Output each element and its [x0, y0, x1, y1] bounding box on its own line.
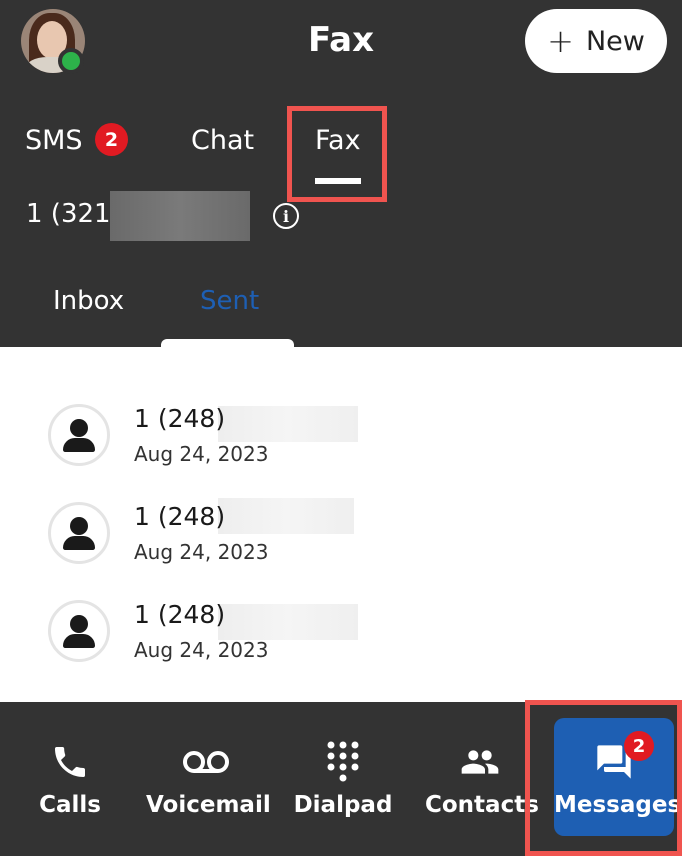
new-button-label: New — [585, 25, 645, 57]
nav-contacts-label: Contacts — [425, 792, 539, 818]
fax-number: 1 (248) — [134, 404, 226, 433]
tab-sms[interactable]: SMS — [25, 125, 83, 156]
tab-chat[interactable]: Chat — [191, 125, 254, 156]
nav-messages-highlight — [525, 700, 682, 856]
sms-unread-badge: 2 — [95, 123, 128, 156]
fax-number: 1 (248) — [134, 502, 226, 531]
voicemail-icon — [181, 742, 231, 786]
nav-calls[interactable]: Calls — [20, 702, 120, 856]
nav-calls-label: Calls — [39, 792, 101, 818]
fax-date: Aug 24, 2023 — [134, 442, 269, 466]
list-item[interactable]: 1 (248) Aug 24, 2023 — [0, 404, 682, 494]
redacted-number — [218, 498, 354, 534]
redacted-phone-digits — [110, 191, 250, 241]
fax-number: 1 (248) — [134, 600, 226, 629]
contacts-icon — [457, 742, 503, 786]
phone-icon — [50, 742, 90, 786]
fax-list: 1 (248) Aug 24, 2023 1 (248) Aug 24, 202… — [0, 347, 682, 702]
contact-avatar-icon — [48, 502, 110, 564]
nav-dialpad[interactable]: Dialpad — [293, 702, 393, 856]
dialpad-icon — [325, 740, 361, 790]
list-item[interactable]: 1 (248) Aug 24, 2023 — [0, 600, 682, 690]
header: Fax + New SMS Chat Fax 2 1 (321) i Inbox… — [0, 0, 682, 349]
new-button[interactable]: + New — [525, 9, 667, 73]
tab-sent[interactable]: Sent — [200, 286, 259, 316]
tab-inbox[interactable]: Inbox — [53, 286, 124, 316]
plus-icon: + — [547, 22, 574, 60]
nav-contacts[interactable]: Contacts — [425, 702, 539, 856]
info-icon[interactable]: i — [273, 203, 299, 229]
line-phone-number[interactable]: 1 (321) — [26, 199, 121, 229]
nav-voicemail[interactable]: Voicemail — [146, 702, 271, 856]
redacted-number — [218, 406, 358, 442]
list-item[interactable]: 1 (248) Aug 24, 2023 — [0, 498, 682, 592]
nav-voicemail-label: Voicemail — [146, 792, 271, 818]
contact-avatar-icon — [48, 404, 110, 466]
contact-avatar-icon — [48, 600, 110, 662]
nav-dialpad-label: Dialpad — [293, 792, 393, 818]
tab-fax-highlight — [287, 106, 387, 202]
fax-date: Aug 24, 2023 — [134, 638, 269, 662]
fax-date: Aug 24, 2023 — [134, 540, 269, 564]
redacted-number — [218, 604, 358, 640]
